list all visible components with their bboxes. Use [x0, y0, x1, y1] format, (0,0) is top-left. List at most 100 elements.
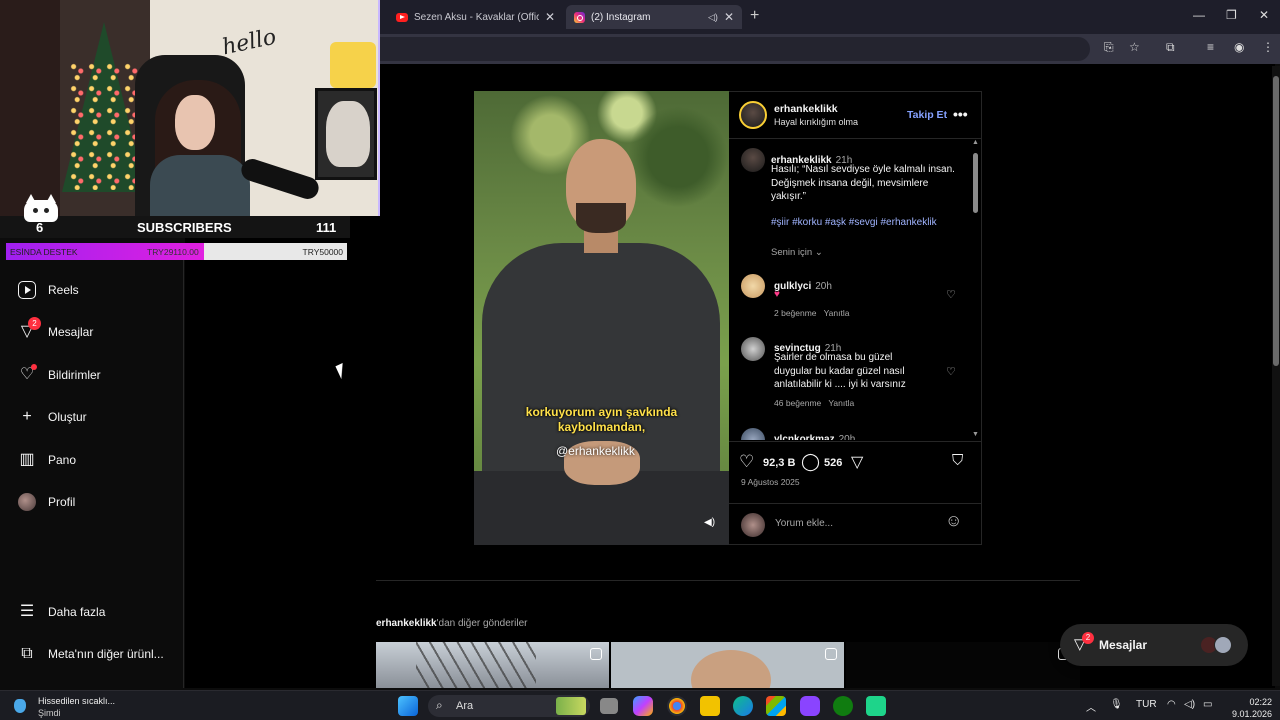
start-icon[interactable] [398, 696, 418, 716]
chrome-icon[interactable] [667, 696, 687, 716]
twitch-icon[interactable] [800, 696, 820, 716]
commenter-avatar[interactable] [741, 337, 765, 361]
comments-scroll-thumb[interactable] [973, 153, 978, 213]
nav-more[interactable]: ☰ Daha fazla [18, 600, 106, 624]
like-count[interactable]: 92,3 B [763, 457, 795, 469]
speaker-icon[interactable]: ◁) [708, 12, 718, 23]
comment-like-icon[interactable]: ♡ [946, 288, 956, 301]
commenter-avatar[interactable] [741, 428, 765, 440]
nav-profile[interactable]: Profil [18, 490, 75, 514]
goal-current: TRY29110.00 [147, 247, 199, 257]
cat-poster [315, 88, 377, 180]
subscribers-count: 111 [316, 220, 337, 235]
more-post-thumbnail[interactable] [376, 642, 609, 688]
for-you-toggle[interactable]: Senin için ⌄ [771, 247, 823, 258]
tray-chevron-icon[interactable]: ︿ [1086, 699, 1096, 714]
video-caption-line2: kaybolmandan, [557, 420, 646, 434]
comment-username[interactable]: ylcnkorkmaz [774, 434, 835, 440]
bookmark-star-icon[interactable]: ☆ [1129, 40, 1140, 54]
store-icon[interactable] [766, 696, 786, 716]
author-avatar[interactable] [739, 101, 767, 129]
nav-reels[interactable]: Reels [18, 278, 79, 302]
volume-icon[interactable]: ◁) [1184, 699, 1195, 710]
file-explorer-icon[interactable] [700, 696, 720, 716]
comment-meta: 2 beğenme Yanıtla [774, 308, 849, 318]
tab-instagram[interactable]: (2) Instagram ◁) ✕ [566, 5, 742, 29]
author-username[interactable]: erhankeklikk [774, 103, 838, 115]
wifi-icon[interactable]: ◠ [1167, 699, 1176, 710]
commenter-avatar[interactable] [741, 274, 765, 298]
post-actions: ♡ 92,3 B ◯ 526 ▽ ⛉ [729, 441, 982, 501]
hashtags[interactable]: #şiir #korku #aşk #sevgi #erhankeklik [771, 217, 937, 228]
nav-notifications[interactable]: ♡ Bildirimler [18, 363, 101, 387]
close-tab-icon[interactable]: ✕ [545, 10, 555, 24]
messages-button[interactable]: ▽ 2 Mesajlar [1060, 624, 1248, 666]
omnibox[interactable] [380, 37, 1090, 61]
comment-input[interactable]: Yorum ekle... [775, 518, 833, 529]
nav-label: Pano [48, 453, 77, 467]
install-app-icon[interactable]: ⎘ [1104, 40, 1114, 55]
scroll-down-icon[interactable]: ▼ [972, 431, 979, 438]
media-control-icon[interactable]: ≡ [1207, 40, 1214, 54]
tab-youtube[interactable]: Sezen Aksu - Kavaklar (Official V ✕ [388, 5, 563, 29]
system-clock[interactable]: 02:22 9.01.2026 [1222, 696, 1272, 720]
audio-title[interactable]: Hayal kırıklığım olma [774, 117, 858, 127]
edge-icon[interactable] [733, 696, 753, 716]
comment-likes[interactable]: 2 beğenme [774, 308, 817, 318]
reply-link[interactable]: Yanıtla [828, 398, 854, 408]
scrollbar-thumb[interactable] [1273, 76, 1279, 366]
tab-title: Sezen Aksu - Kavaklar (Official V [414, 11, 539, 23]
more-post-thumbnail[interactable] [846, 642, 1080, 688]
microphone-icon[interactable]: 🎙 [1110, 699, 1123, 710]
comment-like-icon[interactable]: ♡ [946, 365, 956, 378]
comments-list: erhankeklikk 21h Hasılı; “Nasıl sevdiyse … [729, 140, 982, 440]
emoji-icon[interactable]: ☺ [945, 511, 962, 531]
taskbar-search[interactable]: ⌕ Ara [428, 695, 590, 717]
reply-link[interactable]: Yanıtla [824, 308, 850, 318]
task-view-icon[interactable] [600, 698, 618, 714]
more-options-icon[interactable]: ••• [953, 106, 968, 122]
extensions-icon[interactable]: ⧉ [1166, 40, 1175, 55]
nav-create[interactable]: + Oluştur [18, 405, 86, 429]
more-post-thumbnail[interactable] [611, 642, 844, 688]
share-icon[interactable]: ▽ [851, 452, 863, 472]
duck-poster [330, 42, 376, 88]
language-indicator[interactable]: TUR [1136, 699, 1157, 710]
post-date: 9 Ağustos 2025 [741, 477, 800, 487]
windows-taskbar: Hissedilen sıcaklı... Şimdi ⌕ Ara ︿ 🎙 TU… [0, 690, 1280, 720]
battery-icon[interactable]: ▭ [1203, 699, 1212, 710]
profile-icon[interactable]: ◉ [1234, 40, 1244, 54]
my-avatar [741, 513, 765, 537]
follow-button[interactable]: Takip Et [907, 109, 947, 121]
xbox-icon[interactable] [833, 696, 853, 716]
nav-dashboard[interactable]: ▥ Pano [18, 448, 76, 472]
nav-meta-products[interactable]: ⧉ Meta'nın diğer ürünl... [18, 642, 163, 666]
minimize-icon[interactable]: — [1193, 8, 1205, 22]
post-video[interactable]: korkuyorum ayın şavkında kaybolmandan, @… [474, 91, 729, 545]
weather-widget[interactable]: Hissedilen sıcaklı... Şimdi [14, 695, 115, 719]
scroll-up-icon[interactable]: ▲ [972, 139, 979, 146]
comments-scrollbar[interactable]: ▲ ▼ [971, 139, 979, 441]
dashboard-icon: ▥ [19, 451, 35, 468]
comment-count[interactable]: 526 [824, 457, 842, 469]
messenger-icon: ▽ 2 [18, 317, 41, 341]
new-tab-icon[interactable]: + [750, 7, 759, 25]
comment-likes[interactable]: 46 beğenme [774, 398, 821, 408]
save-icon[interactable]: ⛉ [952, 452, 963, 469]
stat-left-count: 6 [36, 220, 44, 235]
volume-icon[interactable]: ◀) [704, 517, 715, 528]
cat-logo-icon [24, 194, 58, 222]
app-icon[interactable] [866, 696, 886, 716]
page-scrollbar[interactable] [1272, 66, 1280, 686]
comment-icon[interactable]: ◯ [801, 452, 820, 472]
restore-icon[interactable]: ❐ [1226, 8, 1237, 22]
section-divider [376, 580, 1080, 581]
browser-menu-icon[interactable]: ⋮ [1262, 40, 1274, 54]
copilot-icon[interactable] [633, 696, 653, 716]
nav-messages[interactable]: ▽ 2 Mesajlar [18, 317, 93, 344]
like-icon[interactable]: ♡ [739, 452, 754, 472]
author-avatar[interactable] [741, 148, 765, 172]
close-tab-icon[interactable]: ✕ [724, 10, 734, 24]
window-close-icon[interactable]: ✕ [1259, 8, 1269, 22]
apps-icon: ⧉ [21, 645, 33, 662]
